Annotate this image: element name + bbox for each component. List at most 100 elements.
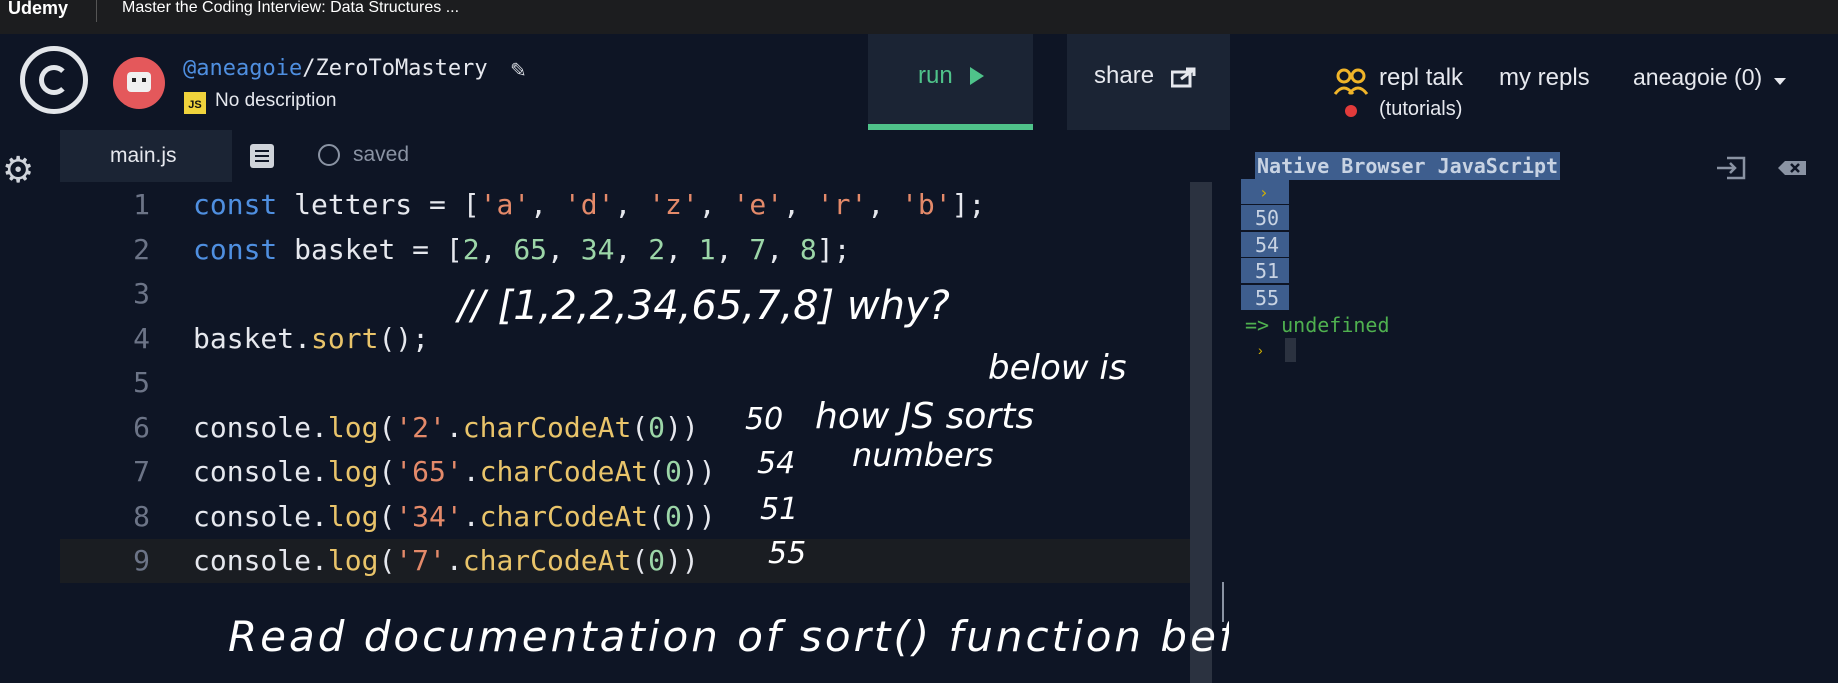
console-prompt-glyph: › [1259,183,1269,202]
code-token: '34' [395,499,463,533]
code-token: 'z' [648,188,699,221]
annotation-value-54: 54 [757,446,796,481]
history-icon[interactable] [318,144,340,166]
edit-pencil-icon[interactable]: ✎ [510,58,527,83]
udemy-brand[interactable]: Udemy [8,0,68,17]
code-token: const [193,188,278,221]
code-line[interactable]: 2 const basket = [2, 65, 34, 2, 1, 7, 8]; [60,228,1190,272]
user-avatar[interactable] [113,57,165,109]
code-token: 'e' [732,188,784,221]
code-text[interactable]: console.log('34'.charCodeAt(0)) [193,495,716,539]
run-button[interactable]: run [868,34,1033,130]
code-token: '7' [395,544,446,577]
browser-topbar: Udemy Master the Coding Interview: Data … [0,0,1838,34]
repl-owner-link[interactable]: @aneagoie [183,56,302,81]
my-repls-link[interactable]: my repls [1499,64,1590,92]
share-label: share [1094,62,1155,89]
tutorials-link[interactable]: (tutorials) [1379,98,1462,121]
code-token: . [445,544,463,577]
code-line[interactable]: 1 const letters = ['a', 'd', 'z', 'e', 'r… [60,183,1190,227]
tab-main-js[interactable]: main.js [60,130,232,182]
code-token: , [783,188,817,221]
code-token: ]; [951,188,986,221]
code-text[interactable]: console.log('7'.charCodeAt(0)) [193,539,699,583]
code-token: 0 [648,410,666,444]
code-line[interactable]: 7 console.log('65'.charCodeAt(0)) [60,450,1190,494]
code-token: , [530,188,564,221]
code-token: ( [378,499,396,533]
line-number: 4 [133,321,150,355]
pane-divider[interactable] [1212,130,1229,683]
javascript-language-icon: JS [184,92,206,114]
code-token: charCodeAt [479,499,649,533]
share-icon [1171,67,1196,88]
code-token: ( [631,544,649,577]
code-text[interactable]: const basket = [2, 65, 34, 2, 1, 7, 8]; [193,228,851,272]
code-token: log [327,499,379,533]
code-token: ( [631,410,649,444]
code-token: const [193,232,278,266]
exit-icon[interactable] [1715,155,1747,181]
code-text[interactable]: console.log('2'.charCodeAt(0)) [193,406,699,450]
console-output-line: 54 [1255,233,1280,257]
code-token: , [547,232,581,266]
code-token: , [614,188,649,221]
notification-dot [1345,105,1357,117]
line-number: 2 [133,232,150,266]
editor-scrollbar[interactable] [1190,182,1212,683]
code-token: , [698,188,733,221]
repl-talk-link[interactable]: repl talk [1379,64,1463,92]
gear-icon[interactable]: ⚙ [2,152,34,188]
code-token: 0 [665,455,682,488]
code-line[interactable]: 8 console.log('34'.charCodeAt(0)) [60,495,1190,539]
repl-description[interactable]: No description [215,90,336,112]
annotation-how-js-sorts: how JS sorts [815,396,1035,437]
code-token: ( [378,410,396,444]
topbar-divider [96,0,97,22]
code-text[interactable]: const letters = ['a', 'd', 'z', 'e', 'r'… [193,183,985,227]
clear-console-icon[interactable] [1777,160,1807,176]
annotation-value-55: 55 [768,536,807,571]
code-token: console. [193,544,328,577]
chevron-down-icon[interactable] [1774,78,1786,85]
course-title[interactable]: Master the Coding Interview: Data Struct… [122,0,459,16]
console-input-prompt: › [1258,342,1263,358]
document-icon[interactable] [250,144,274,168]
share-button[interactable]: share [1067,34,1230,130]
code-token: charCodeAt [462,544,632,577]
code-token: console. [193,410,328,444]
code-token: , [766,232,800,266]
annotation-value-50: 50 [745,402,784,437]
repl-logo-icon[interactable] [20,46,88,114]
code-token: 'b' [901,188,952,221]
code-token: )) [681,455,716,488]
console-input-cursor[interactable] [1285,338,1296,362]
code-token: 0 [665,499,682,533]
line-number: 6 [133,410,150,444]
annotation-below-is: below is [988,348,1127,388]
console-output-line: 50 [1255,206,1280,230]
code-token: , [479,232,514,266]
code-token: sort [311,321,379,355]
code-text[interactable]: basket.sort(); [193,317,429,361]
code-token: basket. [193,321,312,355]
code-line[interactable]: 9 console.log('7'.charCodeAt(0)) [60,539,1190,583]
user-menu-dropdown[interactable]: aneagoie (0) [1633,64,1762,91]
code-token: ( [648,455,666,488]
code-token: 1 [698,232,716,266]
annotation-numbers: numbers [852,436,994,474]
code-token: (); [378,321,430,355]
code-token: 8 [799,232,817,266]
code-text[interactable]: console.log('65'.charCodeAt(0)) [193,450,716,494]
left-sidebar [0,130,60,683]
code-token: charCodeAt [462,410,632,444]
console-result: => undefined [1245,313,1390,337]
code-token: console. [193,499,328,533]
console-pane[interactable] [1229,130,1838,683]
code-token: 2 [648,232,666,266]
code-token: )) [681,499,716,533]
code-token: 'd' [563,188,615,221]
play-icon [970,67,984,85]
console-output-line: 51 [1255,259,1280,283]
repl-path-separator: / [302,56,316,81]
